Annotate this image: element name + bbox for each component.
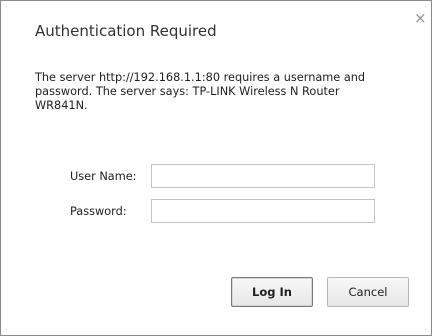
password-field[interactable] (151, 199, 375, 223)
password-label: Password: (70, 205, 127, 218)
message-line: WR841N. (35, 99, 88, 112)
username-field[interactable] (151, 164, 375, 188)
auth-message: The server http://192.168.1.1:80 require… (35, 71, 405, 113)
auth-dialog: Authentication Required × The server htt… (0, 0, 432, 336)
login-button[interactable]: Log In (231, 277, 313, 307)
dialog-title: Authentication Required (35, 22, 217, 40)
cancel-button[interactable]: Cancel (327, 277, 409, 307)
close-icon[interactable]: × (414, 11, 427, 26)
message-line: The server http://192.168.1.1:80 require… (35, 71, 366, 84)
username-label: User Name: (70, 170, 137, 183)
message-line: password. The server says: TP-LINK Wirel… (35, 85, 340, 98)
